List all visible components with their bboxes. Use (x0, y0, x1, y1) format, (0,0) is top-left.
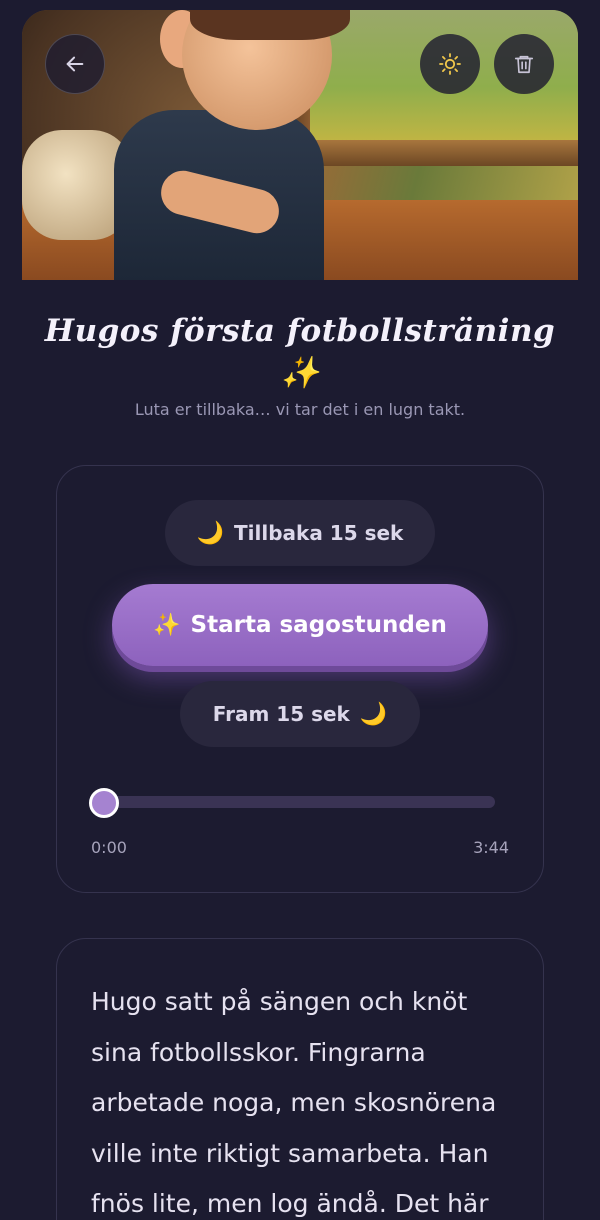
progress-thumb[interactable] (89, 788, 119, 818)
sun-icon (438, 52, 462, 76)
moon-icon: 🌙 (196, 520, 225, 546)
moon-icon: 🌙 (359, 701, 388, 727)
rewind-15-button[interactable]: 🌙 Tillbaka 15 sek (165, 500, 435, 566)
sparkles-icon: ✨ (153, 612, 181, 638)
delete-button[interactable] (494, 34, 554, 94)
audio-player: 🌙 Tillbaka 15 sek ✨ Starta sagostunden F… (56, 465, 544, 893)
story-text: Hugo satt på sängen och knöt sina fotbol… (91, 987, 497, 1218)
play-label: Starta sagostunden (190, 612, 447, 638)
total-time: 3:44 (473, 838, 509, 857)
rewind-label: Tillbaka 15 sek (234, 521, 404, 545)
story-illustration (22, 10, 578, 280)
arrow-left-icon (64, 53, 86, 75)
story-card: Hugos första fotbollsträning ✨ Luta er t… (22, 10, 578, 1220)
back-button[interactable] (45, 34, 105, 94)
current-time: 0:00 (91, 838, 127, 857)
forward-15-button[interactable]: Fram 15 sek 🌙 (180, 681, 420, 747)
forward-label: Fram 15 sek (212, 702, 350, 726)
trash-icon (513, 53, 535, 75)
story-title: Hugos första fotbollsträning ✨ (44, 313, 556, 391)
play-button[interactable]: ✨ Starta sagostunden (112, 584, 488, 666)
story-subtitle: Luta er tillbaka… vi tar det i en lugn t… (134, 400, 466, 419)
theme-toggle-button[interactable] (420, 34, 480, 94)
progress-track[interactable] (105, 796, 495, 808)
story-text-card: Hugo satt på sängen och knöt sina fotbol… (56, 938, 544, 1220)
